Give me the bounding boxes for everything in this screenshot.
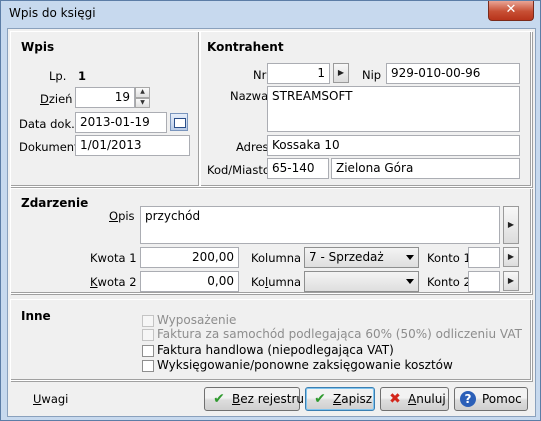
- konto1-lookup-button[interactable]: ▶: [503, 247, 519, 267]
- nr-lookup-button[interactable]: ▶: [333, 63, 349, 83]
- checkmark-icon: ✔: [213, 391, 225, 407]
- pomoc-button[interactable]: ? Pomoc: [454, 387, 528, 411]
- zapisz-label: Zapisz: [333, 392, 373, 406]
- dzien-spin-up[interactable]: ▲: [135, 87, 150, 98]
- bez-rejestru-button[interactable]: ✔ Bez rejestru: [204, 387, 304, 411]
- kolumna1-value: 7 - Sprzedaż: [309, 250, 384, 264]
- zdarzenie-group-title: Zdarzenie: [21, 196, 89, 210]
- help-icon: ?: [460, 391, 476, 407]
- nip-label: Nip: [362, 68, 382, 82]
- nr-input[interactable]: 1: [267, 63, 330, 84]
- faktura-handlowa-checkbox[interactable]: [142, 345, 154, 357]
- faktura-samochod-label: Faktura za samochód podlegająca 60% (50%…: [157, 327, 522, 341]
- dzien-input[interactable]: 19: [75, 87, 135, 108]
- kod-input[interactable]: 65-140: [267, 158, 329, 179]
- window-title: Wpis do księgi: [9, 6, 96, 20]
- konto2-lookup-button[interactable]: ▶: [503, 271, 519, 291]
- kontrahent-group-title: Kontrahent: [207, 40, 284, 54]
- kolumna1-select[interactable]: 7 - Sprzedaż: [304, 247, 419, 268]
- wpis-group-title: Wpis: [21, 40, 55, 54]
- lp-label: Lp.: [49, 69, 67, 83]
- lp-value: 1: [78, 69, 87, 83]
- dialog-body: Wpis Lp. 1 Dzień 19 ▲ ▼ Data dok. 2013-0…: [7, 28, 536, 417]
- dzien-spin-down[interactable]: ▼: [135, 98, 150, 108]
- anuluj-label: Anuluj: [408, 392, 446, 406]
- bez-rejestru-label: Bez rejestru: [232, 392, 304, 406]
- nr-label: Nr: [253, 68, 267, 82]
- konto1-input[interactable]: [468, 247, 500, 268]
- nazwa-label: Nazwa: [230, 89, 269, 103]
- konto2-label: Konto 2: [427, 275, 471, 289]
- wyposazenie-label: Wyposażenie: [157, 313, 237, 327]
- kwota2-input[interactable]: 0,00: [140, 271, 239, 292]
- kolumna2-label: Kolumna 2: [251, 275, 313, 289]
- faktura-handlowa-label: Faktura handlowa (niepodlegająca VAT): [157, 343, 394, 357]
- dialog-window: Wpis do księgi ✕ Wpis Lp. 1 Dzień 19 ▲ ▼…: [0, 0, 541, 421]
- kolumna1-label: Kolumna 1: [251, 251, 312, 265]
- dokument-label: Dokument: [19, 140, 79, 154]
- kod-miasto-label: Kod/Miasto: [207, 163, 270, 177]
- calendar-icon: [174, 118, 186, 128]
- faktura-samochod-checkbox[interactable]: [142, 329, 154, 341]
- opis-label: Opis: [109, 209, 135, 223]
- kwota2-label: Kwota 2: [90, 275, 137, 289]
- miasto-input[interactable]: Zielona Góra: [331, 158, 520, 179]
- close-button[interactable]: ✕: [488, 1, 534, 21]
- cross-icon: ✖: [389, 391, 401, 407]
- adres-input[interactable]: Kossaka 10: [267, 135, 520, 156]
- zapisz-button[interactable]: ✔ Zapisz: [305, 387, 375, 411]
- nip-input[interactable]: 929-010-00-96: [386, 63, 520, 84]
- wyposazenie-checkbox[interactable]: [142, 315, 154, 327]
- calendar-button[interactable]: [170, 113, 188, 131]
- chevron-down-icon: [406, 279, 414, 284]
- dokument-input[interactable]: 1/01/2013: [75, 135, 190, 156]
- data-dok-input[interactable]: 2013-01-19: [75, 112, 167, 133]
- anuluj-button[interactable]: ✖ Anuluj: [380, 387, 449, 411]
- adres-label: Adres: [236, 140, 269, 154]
- chevron-down-icon: [406, 255, 414, 260]
- konto2-input[interactable]: [468, 271, 500, 292]
- wyksiegowanie-label: Wyksięgowanie/ponowne zaksięgowanie kosz…: [157, 358, 453, 372]
- opis-textarea[interactable]: przychód: [140, 206, 500, 244]
- opis-lookup-button[interactable]: ▶: [503, 206, 519, 244]
- checkmark-icon: ✔: [314, 391, 326, 407]
- pomoc-label: Pomoc: [482, 392, 522, 406]
- inne-group-title: Inne: [21, 309, 51, 323]
- dzien-label: Dzień: [40, 92, 73, 106]
- wyksiegowanie-checkbox[interactable]: [142, 360, 154, 372]
- kwota1-input[interactable]: 200,00: [140, 247, 239, 268]
- wpis-panel: [10, 31, 200, 187]
- konto1-label: Konto 1: [427, 251, 471, 265]
- data-dok-label: Data dok.: [19, 117, 75, 131]
- title-bar[interactable]: Wpis do księgi ✕: [1, 1, 540, 25]
- uwagi-link[interactable]: Uwagi: [33, 392, 68, 406]
- nazwa-textarea[interactable]: STREAMSOFT: [267, 86, 520, 132]
- kwota1-label: Kwota 1: [90, 251, 137, 265]
- kolumna2-select[interactable]: [304, 271, 419, 292]
